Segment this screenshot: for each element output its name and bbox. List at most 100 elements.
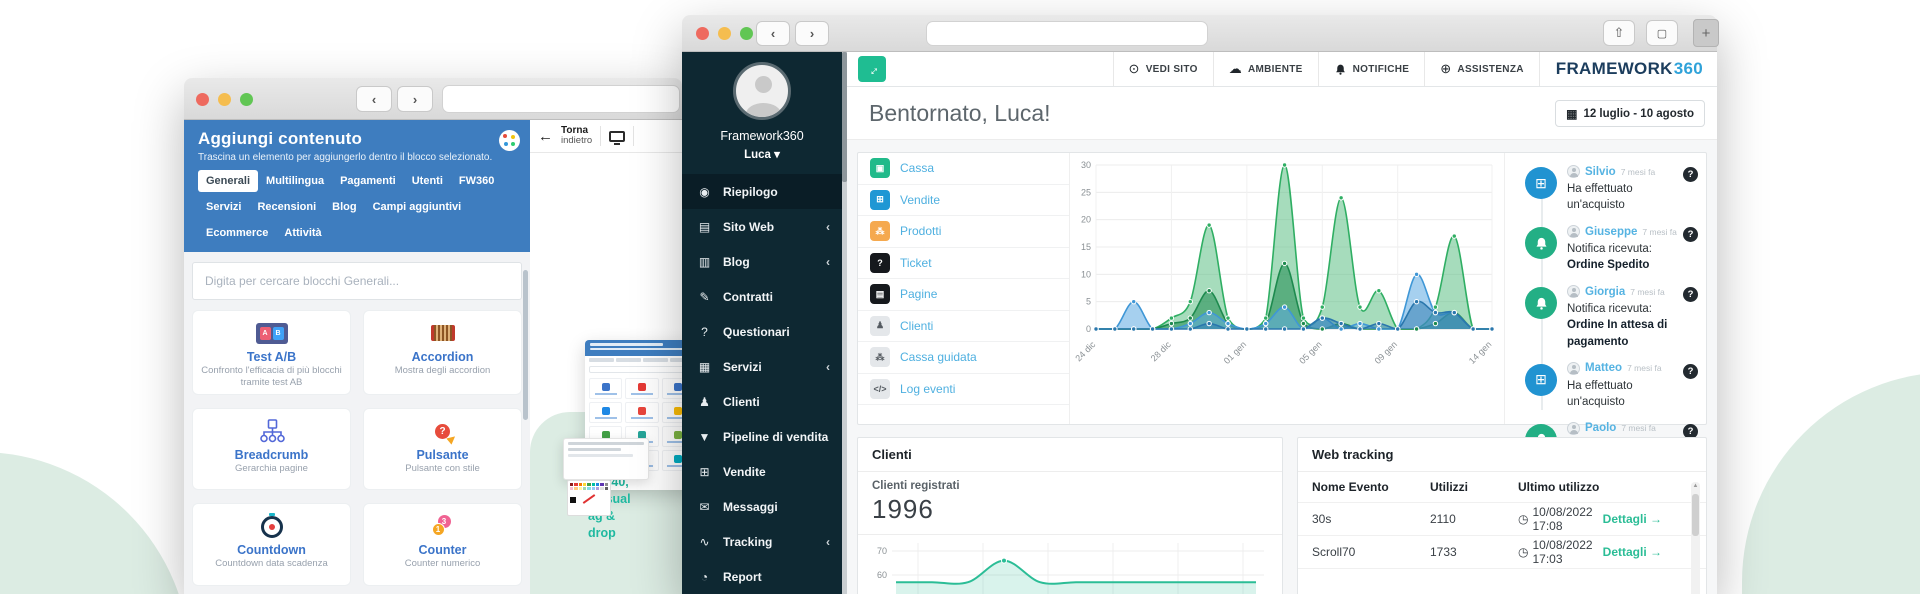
notification-item[interactable]: ⊞Silvio7 mesi faHa effettuato un'acquist… (1505, 159, 1706, 219)
tabs-overview-icon[interactable]: ▢ (1646, 20, 1678, 46)
topbar-ambiente[interactable]: ☁AMBIENTE (1213, 52, 1318, 86)
browser-forward-button[interactable]: › (397, 86, 433, 112)
topbar-vedi-sito[interactable]: ⊙VEDI SITO (1113, 52, 1213, 86)
notification-item[interactable]: Giuseppe7 mesi faNotifica ricevuta: Ordi… (1505, 219, 1706, 279)
sidebar-item-servizi[interactable]: ▦Servizi‹ (682, 349, 842, 384)
close-window-button[interactable] (196, 93, 209, 106)
block-card-accordion[interactable]: Accordion Mostra degli accordion (363, 310, 522, 395)
browser-back-button[interactable]: ‹ (756, 21, 790, 46)
sidebar-item-questionari[interactable]: ?Questionari (682, 314, 842, 349)
quick-link-clienti[interactable]: ♟Clienti (858, 311, 1069, 343)
clienti-icon: ♟ (870, 316, 890, 336)
palette-icon[interactable] (499, 130, 520, 151)
browser-forward-button[interactable]: › (795, 21, 829, 46)
tracking-icon: ∿ (697, 535, 712, 549)
quick-link-prodotti[interactable]: ⁂Prodotti (858, 216, 1069, 248)
bell-icon (1525, 227, 1557, 259)
sidebar-item-messaggi[interactable]: ✉Messaggi (682, 489, 842, 524)
notifications-column: ⊞Silvio7 mesi faHa effettuato un'acquist… (1504, 153, 1706, 424)
minimize-window-button[interactable] (218, 93, 231, 106)
notification-item[interactable]: Giorgia7 mesi faNotifica ricevuta: Ordin… (1505, 279, 1706, 355)
tab-multilingua[interactable]: Multilingua (258, 170, 332, 192)
purchase-icon: ⊞ (1525, 167, 1557, 199)
tab-generali[interactable]: Generali (198, 170, 258, 192)
tab-ecommerce[interactable]: Ecommerce (198, 222, 276, 244)
help-badge[interactable]: ? (1683, 287, 1698, 302)
topbar-notifiche[interactable]: NOTIFICHE (1318, 52, 1425, 86)
share-icon[interactable]: ⇧ (1603, 20, 1635, 46)
tab-blog[interactable]: Blog (324, 196, 364, 218)
desktop-preview-icon[interactable] (609, 131, 625, 142)
activity-chart: 05101520253024 dic28 dic01 gen05 gen09 g… (1070, 153, 1506, 426)
dettagli-link[interactable]: Dettagli → (1603, 545, 1662, 559)
torna-indietro-button[interactable]: Tornaindietro (561, 126, 592, 146)
quick-link-cassa[interactable]: ▣Cassa (858, 153, 1069, 185)
user-avatar[interactable] (733, 62, 791, 120)
tab-servizi[interactable]: Servizi (198, 196, 249, 218)
panel-subtitle: Trascina un elemento per aggiungerlo den… (198, 152, 516, 163)
sidebar-item-vendite[interactable]: ⊞Vendite (682, 454, 842, 489)
chevron-icon: ‹ (826, 360, 830, 374)
close-window-button[interactable] (696, 27, 709, 40)
quick-link-log-eventi[interactable]: </>Log eventi (858, 374, 1069, 406)
notification-item[interactable]: ⊞Matteo7 mesi faHa effettuato un'acquist… (1505, 356, 1706, 416)
tab-utenti[interactable]: Utenti (404, 170, 451, 192)
app-sidebar: Framework360 Luca ▾ ◉Riepilogo▤Sito Web‹… (682, 52, 842, 594)
avatar (1567, 165, 1580, 178)
help-badge[interactable]: ? (1683, 227, 1698, 242)
tab-pagamenti[interactable]: Pagamenti (332, 170, 404, 192)
date-range-picker[interactable]: ▦12 luglio - 10 agosto (1555, 100, 1705, 127)
block-card-countdown[interactable]: Countdown Countdown data scadenza (192, 503, 351, 586)
eye-icon: ⊙ (1129, 61, 1140, 77)
sidebar-item-contratti[interactable]: ✎Contratti (682, 279, 842, 314)
scroll-up-icon[interactable]: ▲ (1691, 483, 1700, 489)
help-badge[interactable]: ? (1683, 364, 1698, 379)
sidebar-item-clienti[interactable]: ♟Clienti (682, 384, 842, 419)
quick-link-vendite[interactable]: ⊞Vendite (858, 185, 1069, 217)
tab-attivita[interactable]: Attività (276, 222, 329, 244)
zoom-window-button[interactable] (240, 93, 253, 106)
quick-link-cassa-guidata[interactable]: ⁂Cassa guidata (858, 342, 1069, 374)
sidebar-item-tracking[interactable]: ∿Tracking‹ (682, 524, 842, 559)
block-card-pulsante[interactable]: ? Pulsante Pulsante con stile (363, 408, 522, 490)
dettagli-link[interactable]: Dettagli → (1603, 512, 1662, 526)
tab-recensioni[interactable]: Recensioni (249, 196, 324, 218)
avatar (1567, 225, 1580, 238)
cassa-guidata-icon: ⁂ (870, 347, 890, 367)
sidebar-item-report[interactable]: ◔Report (682, 559, 842, 594)
help-badge[interactable]: ? (1683, 167, 1698, 182)
quick-link-pagine[interactable]: ▤Pagine (858, 279, 1069, 311)
quick-link-ticket[interactable]: ?Ticket (858, 248, 1069, 280)
panel-scrollbar[interactable] (523, 270, 528, 420)
back-arrow-icon[interactable]: ← (538, 128, 553, 145)
block-card-breadcrumb[interactable]: Breadcrumb Gerarchia pagine (192, 408, 351, 490)
new-tab-icon[interactable]: + (1693, 19, 1719, 47)
table-scrollbar[interactable]: ▲ (1691, 482, 1700, 594)
block-search-input[interactable] (192, 262, 522, 300)
sidebar-item-riepilogo[interactable]: ◉Riepilogo (682, 174, 842, 209)
framework360-marketing-screenshot: ‹ › Aggiungi contenuto Trascina un eleme… (0, 0, 1920, 594)
contratti-icon: ✎ (697, 290, 712, 304)
ticket-icon: ? (870, 253, 890, 273)
browser-back-button[interactable]: ‹ (356, 86, 392, 112)
topbar-assistenza[interactable]: ⊕ASSISTENZA (1424, 52, 1539, 86)
sidebar-item-blog[interactable]: ▥Blog‹ (682, 244, 842, 279)
report-icon: ◔ (697, 570, 712, 584)
address-bar[interactable] (926, 21, 1208, 46)
svg-text:70: 70 (877, 546, 887, 556)
block-card-counter[interactable]: 31 Counter Counter numerico (363, 503, 522, 586)
stat-label: Clienti registrati (872, 480, 1268, 492)
minimize-window-button[interactable] (718, 27, 731, 40)
sidebar-item-pipeline-di-vendita[interactable]: ▼Pipeline di vendita (682, 419, 842, 454)
expand-button[interactable]: ↔ (858, 56, 886, 82)
right-browser-window: ‹ › ⇧ ▢ + Framework360 Luca ▾ ◉Riepilogo… (682, 15, 1717, 594)
sidebar-item-sito-web[interactable]: ▤Sito Web‹ (682, 209, 842, 244)
user-menu[interactable]: Luca ▾ (682, 147, 842, 161)
address-bar[interactable] (442, 85, 680, 113)
table-row: 30s 2110 ◷10/08/2022 17:08 Dettagli → (1298, 503, 1706, 536)
block-card-test-ab[interactable]: AB Test A/B Confronto l'efficacia di più… (192, 310, 351, 395)
zoom-window-button[interactable] (740, 27, 753, 40)
tab-campi-aggiuntivi[interactable]: Campi aggiuntivi (365, 196, 470, 218)
card-title: Clienti (858, 438, 1282, 472)
tab-fw360[interactable]: FW360 (451, 170, 502, 192)
